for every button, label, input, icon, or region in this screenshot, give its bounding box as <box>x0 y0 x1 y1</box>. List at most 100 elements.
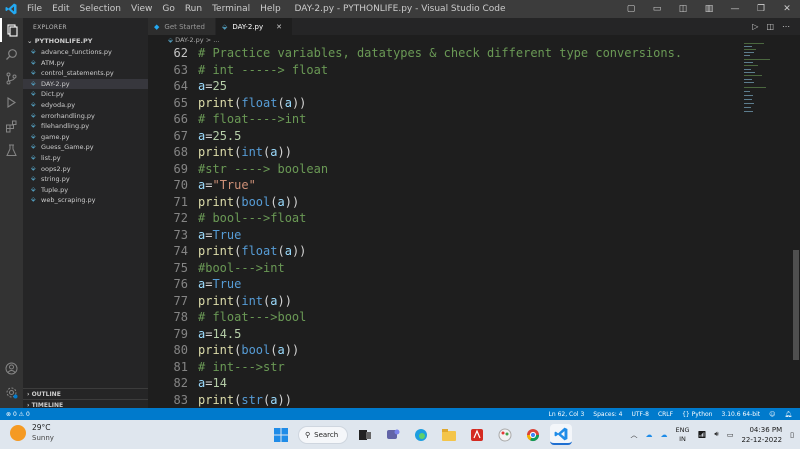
code-line[interactable]: 66 # float---->int <box>148 111 307 128</box>
split-editor-icon[interactable]: ◫ <box>766 22 774 31</box>
split-icon[interactable]: ◫ <box>670 0 696 18</box>
file-item[interactable]: ⬙ list.py <box>23 153 148 164</box>
code-line[interactable]: 73 a=True <box>148 227 242 244</box>
extensions-icon[interactable] <box>0 114 23 138</box>
file-item[interactable]: ⬙ web_scraping.py <box>23 195 148 206</box>
file-item[interactable]: ⬙ game.py <box>23 132 148 143</box>
input-language[interactable]: ENG IN <box>676 426 690 444</box>
panel-icon[interactable]: ▭ <box>644 0 670 18</box>
chrome-browser-icon[interactable] <box>522 424 544 445</box>
code-line[interactable]: 77 print(int(a)) <box>148 293 292 310</box>
code-text[interactable]: # bool--->float <box>198 211 306 225</box>
maximize-button[interactable]: ❐ <box>748 0 774 18</box>
file-item[interactable]: ⬙ filehandling.py <box>23 121 148 132</box>
python-interpreter[interactable]: 3.10.6 64-bit <box>721 411 760 418</box>
paint-app-icon[interactable] <box>494 424 516 445</box>
sidebar-toggle-icon[interactable]: ▥ <box>696 0 722 18</box>
problems-indicator[interactable]: ⊗ 0 ⚠ 0 <box>6 411 30 418</box>
onedrive-cloud-icon[interactable]: ☁ <box>646 431 653 439</box>
breadcrumb[interactable]: ⬙ DAY-2.py > ... <box>148 35 800 45</box>
code-text[interactable]: print(str(a)) <box>198 393 292 407</box>
acrobat-reader-icon[interactable] <box>466 424 488 445</box>
run-file-icon[interactable]: ▷ <box>752 22 758 31</box>
menu-terminal[interactable]: Terminal <box>207 0 255 18</box>
edge-browser-icon[interactable] <box>410 424 432 445</box>
code-text[interactable]: # float--->bool <box>198 310 306 324</box>
tab-get-started[interactable]: ◆ Get Started <box>148 18 216 35</box>
notification-center-icon[interactable]: ▯ <box>790 431 794 439</box>
file-item[interactable]: ⬙ string.py <box>23 174 148 185</box>
layout-icon[interactable]: ▢ <box>618 0 644 18</box>
account-icon[interactable] <box>0 356 23 380</box>
outline-section[interactable]: › OUTLINE <box>23 388 148 399</box>
minimap[interactable] <box>740 35 792 408</box>
code-line[interactable]: 79 a=14.5 <box>148 326 242 343</box>
code-text[interactable]: print(float(a)) <box>198 244 306 258</box>
file-item[interactable]: ⬙ Tuple.py <box>23 185 148 196</box>
teams-chat-icon[interactable] <box>382 424 404 445</box>
source-control-icon[interactable] <box>0 66 23 90</box>
encoding[interactable]: UTF-8 <box>631 411 649 418</box>
code-line[interactable]: 75 #bool--->int <box>148 260 285 277</box>
tab-day-2[interactable]: ⬙ DAY-2.py ✕ <box>215 18 293 35</box>
windows-start-icon[interactable] <box>270 424 292 445</box>
code-line[interactable]: 71 print(bool(a)) <box>148 194 300 211</box>
close-button[interactable]: ✕ <box>774 0 800 18</box>
code-line[interactable]: 70 a="True" <box>148 177 256 194</box>
code-line[interactable]: 74 print(float(a)) <box>148 243 307 260</box>
code-line[interactable]: 69 #str ----> boolean <box>148 161 329 178</box>
file-item[interactable]: ⬙ control_statements.py <box>23 68 148 79</box>
code-editor[interactable]: 62 # Practice variables, datatypes & chec… <box>148 45 740 408</box>
code-line[interactable]: 83 print(str(a)) <box>148 392 292 409</box>
menu-selection[interactable]: Selection <box>75 0 126 18</box>
code-line[interactable]: 67 a=25.5 <box>148 128 242 145</box>
code-text[interactable]: #str ----> boolean <box>198 162 328 176</box>
file-item-selected[interactable]: ⬙ DAY-2.py <box>23 78 148 90</box>
code-text[interactable]: # Practice variables, datatypes & check … <box>198 46 682 60</box>
menu-go[interactable]: Go <box>157 0 179 18</box>
settings-gear-icon[interactable] <box>0 380 23 404</box>
code-text[interactable]: print(int(a)) <box>198 294 292 308</box>
code-text[interactable]: # int -----> float <box>198 63 328 77</box>
code-text[interactable]: a=14 <box>198 376 227 390</box>
menu-view[interactable]: View <box>126 0 157 18</box>
vertical-scrollbar[interactable] <box>792 35 800 408</box>
notifications-bell-icon[interactable]: 🔔︎ <box>784 411 792 418</box>
volume-icon[interactable]: 🔊︎ <box>714 430 718 439</box>
cursor-position[interactable]: Ln 62, Col 3 <box>549 411 585 418</box>
code-text[interactable]: print(float(a)) <box>198 96 306 110</box>
code-line[interactable]: 68 print(int(a)) <box>148 144 292 161</box>
menu-run[interactable]: Run <box>180 0 207 18</box>
code-line[interactable]: 64 a=25 <box>148 78 227 95</box>
end-of-line[interactable]: CRLF <box>658 411 673 418</box>
code-text[interactable]: print(bool(a)) <box>198 343 299 357</box>
code-text[interactable]: a=True <box>198 228 241 242</box>
language-mode[interactable]: {} Python <box>682 411 712 418</box>
cloud-icon[interactable]: ☁ <box>661 431 668 439</box>
battery-icon[interactable]: ▭ <box>727 431 734 439</box>
indentation[interactable]: Spaces: 4 <box>593 411 622 418</box>
code-line[interactable]: 62 # Practice variables, datatypes & chec… <box>148 45 683 62</box>
file-item[interactable]: ⬙ advance_functions.py <box>23 47 148 58</box>
menu-edit[interactable]: Edit <box>47 0 74 18</box>
code-line[interactable]: 65 print(float(a)) <box>148 95 307 112</box>
code-line[interactable]: 82 a=14 <box>148 375 227 392</box>
weather-widget[interactable]: 29°C Sunny <box>10 423 54 443</box>
file-item[interactable]: ⬙ edyoda.py <box>23 100 148 111</box>
code-line[interactable]: 81 # int--->str <box>148 359 285 376</box>
code-text[interactable]: a=25 <box>198 79 227 93</box>
code-text[interactable]: print(int(a)) <box>198 145 292 159</box>
file-item[interactable]: ⬙ Guess_Game.py <box>23 142 148 153</box>
task-view-icon[interactable] <box>354 424 376 445</box>
code-text[interactable]: # float---->int <box>198 112 306 126</box>
code-line[interactable]: 72 # bool--->float <box>148 210 307 227</box>
close-tab-icon[interactable]: ✕ <box>276 23 282 31</box>
code-text[interactable]: # int--->str <box>198 360 285 374</box>
workspace-folder[interactable]: ⌄ PYTHONLIFE.PY <box>23 36 148 47</box>
code-text[interactable]: print(bool(a)) <box>198 195 299 209</box>
file-item[interactable]: ⬙ Dict.py <box>23 89 148 100</box>
vscode-taskbar-icon[interactable] <box>550 424 572 445</box>
clock[interactable]: 04:36 PM 22-12-2022 <box>741 425 782 445</box>
code-text[interactable]: #bool--->int <box>198 261 285 275</box>
code-text[interactable]: a=25.5 <box>198 129 241 143</box>
